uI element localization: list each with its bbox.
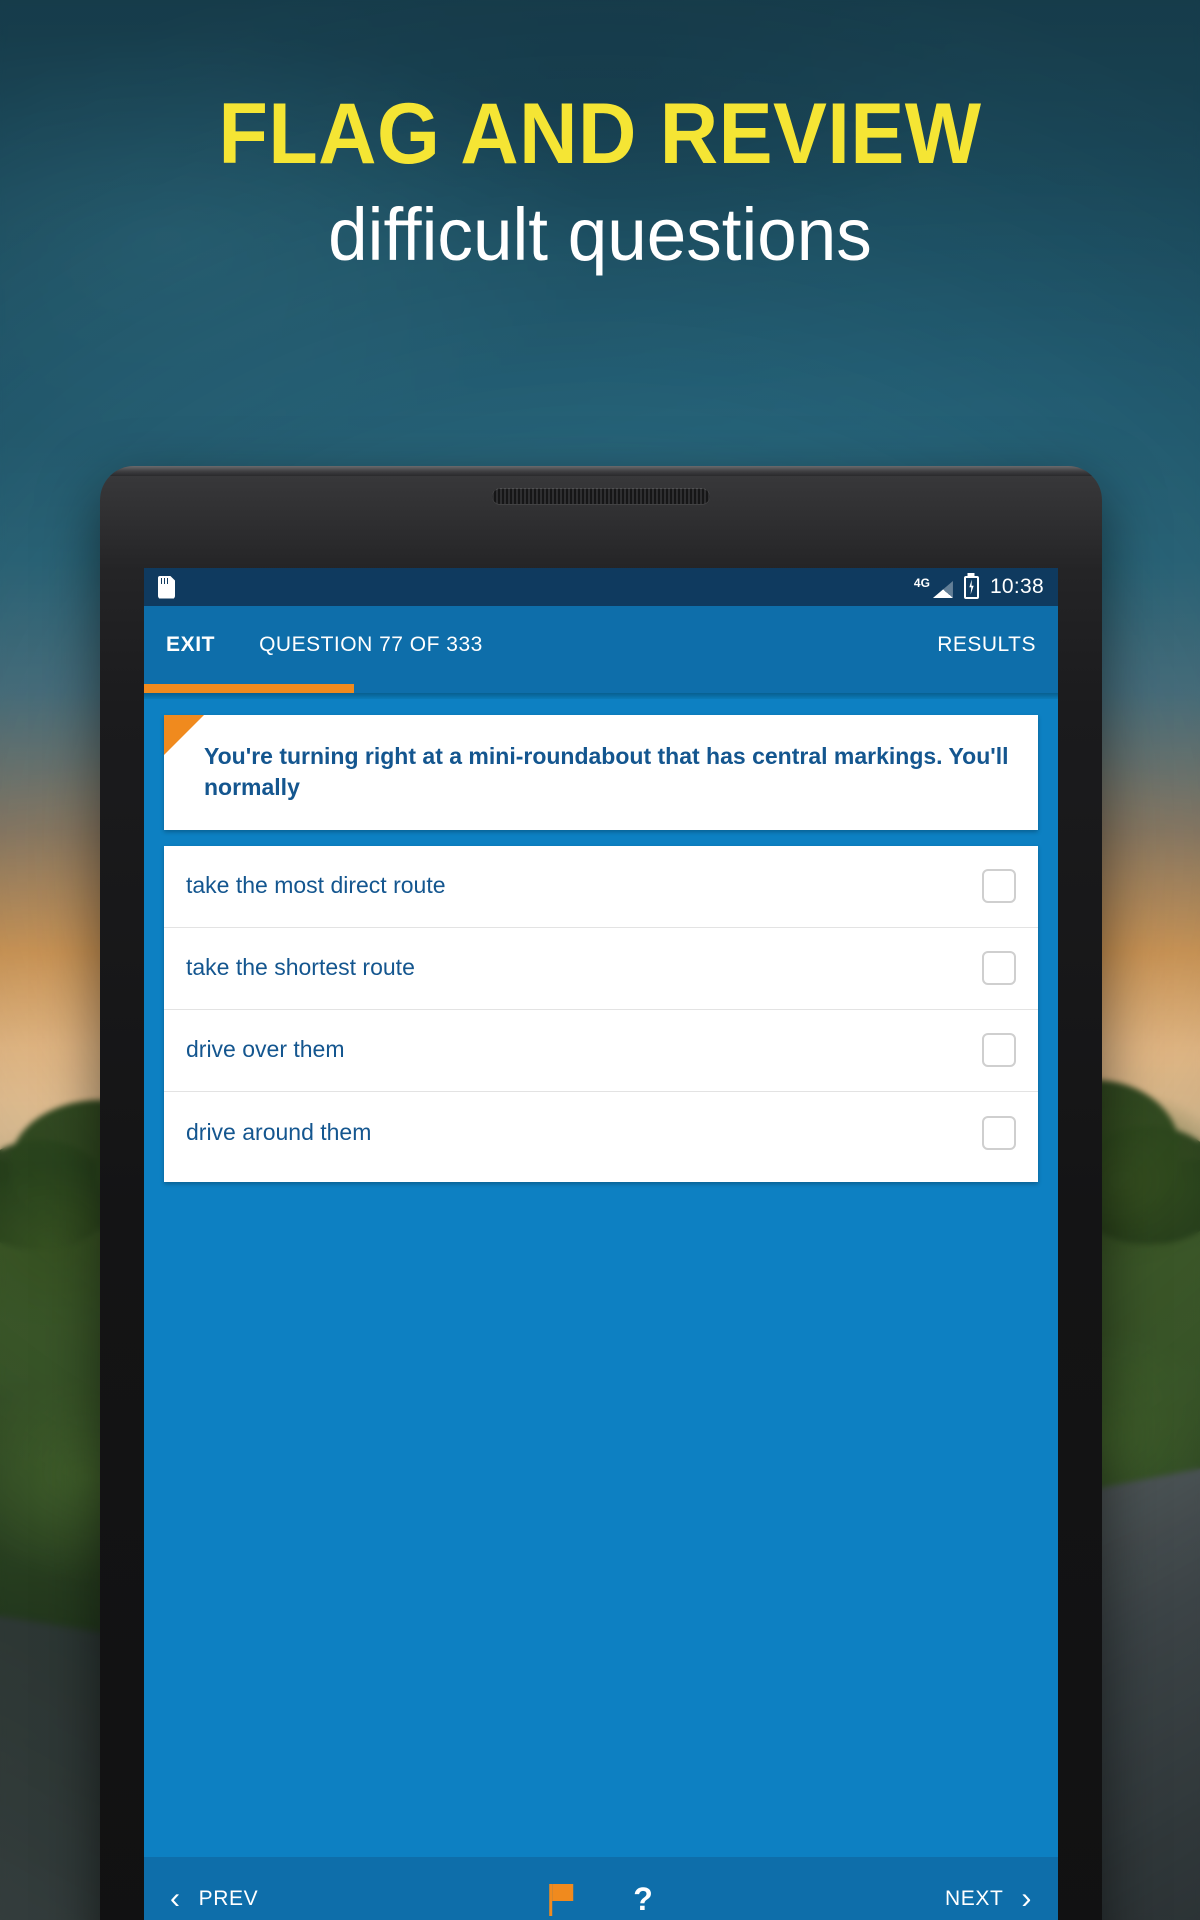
- answer-row[interactable]: drive around them: [164, 1092, 1038, 1174]
- question-card: You're turning right at a mini-roundabou…: [164, 715, 1038, 830]
- answer-row[interactable]: take the most direct route: [164, 846, 1038, 928]
- battery-charging-icon: [963, 575, 979, 599]
- answer-list: take the most direct route take the short…: [164, 845, 1038, 1182]
- signal-strength-bars: [932, 581, 953, 598]
- flag-corner-icon: [164, 715, 204, 755]
- answer-row[interactable]: drive over them: [164, 1010, 1038, 1092]
- answer-row[interactable]: take the shortest route: [164, 928, 1038, 1010]
- status-bar: 4G 10:38: [144, 568, 1058, 606]
- status-bar-clock: 10:38: [989, 575, 1044, 598]
- next-button-label: NEXT: [944, 1887, 1004, 1910]
- results-button[interactable]: RESULTS: [937, 633, 1036, 657]
- prev-button-label: PREV: [198, 1887, 259, 1910]
- answer-checkbox[interactable]: [982, 869, 1016, 904]
- progress-bar-track: [144, 684, 1058, 693]
- answer-label: take the shortest route: [186, 954, 415, 981]
- status-bar-right: 4G 10:38: [914, 575, 1044, 599]
- exit-button[interactable]: EXIT: [166, 633, 215, 657]
- chevron-left-icon: ‹: [170, 1882, 181, 1915]
- device-frame: 4G 10:38 EXIT QUESTION 77 OF 333 RESULTS…: [100, 466, 1102, 1920]
- device-speaker-grille: [492, 488, 710, 504]
- sd-card-icon: [158, 575, 175, 599]
- answer-checkbox[interactable]: [982, 1115, 1016, 1150]
- chevron-right-icon: ›: [1021, 1882, 1032, 1915]
- answer-label: take the most direct route: [186, 872, 446, 899]
- next-button[interactable]: NEXT ›: [945, 1884, 1032, 1914]
- promo-subheadline: difficult questions: [328, 193, 872, 277]
- promo-copy: FLAG AND REVIEW difficult questions: [0, 86, 1200, 277]
- status-bar-left: [158, 575, 175, 599]
- answer-label: drive over them: [186, 1036, 345, 1063]
- quiz-content: You're turning right at a mini-roundabou…: [144, 699, 1058, 1857]
- progress-bar-fill: [144, 684, 355, 693]
- signal-bars-icon: 4G: [914, 576, 953, 598]
- device-top-edge: [100, 466, 1102, 476]
- answer-label: drive around them: [186, 1118, 372, 1145]
- question-text: You're turning right at a mini-roundabou…: [204, 743, 1009, 801]
- promo-headline: FLAG AND REVIEW: [218, 86, 982, 182]
- app-bar: EXIT QUESTION 77 OF 333 RESULTS: [144, 606, 1058, 684]
- help-icon[interactable]: ?: [633, 1883, 653, 1915]
- answer-checkbox[interactable]: [982, 951, 1016, 986]
- quiz-bottom-bar: ‹ PREV ? NEXT ›: [144, 1857, 1058, 1920]
- flag-icon[interactable]: [549, 1882, 575, 1916]
- question-counter: QUESTION 77 OF 333: [259, 633, 483, 656]
- device-screen: 4G 10:38 EXIT QUESTION 77 OF 333 RESULTS…: [144, 568, 1058, 1920]
- network-type-label: 4G: [913, 576, 930, 590]
- answer-checkbox[interactable]: [982, 1033, 1016, 1068]
- prev-button[interactable]: ‹ PREV: [170, 1884, 258, 1914]
- bottom-bar-center-actions: ?: [549, 1882, 653, 1916]
